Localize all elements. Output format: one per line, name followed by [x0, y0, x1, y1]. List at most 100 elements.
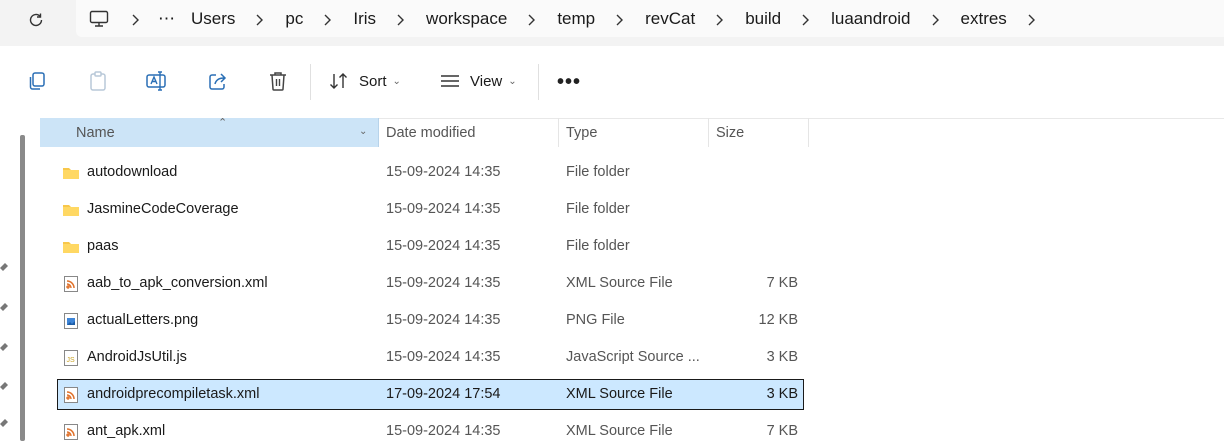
breadcrumb-item-extres[interactable]: extres [961, 9, 1007, 29]
pin-icon[interactable] [0, 298, 10, 311]
file-type: JavaScript Source ... [566, 349, 700, 365]
breadcrumb[interactable]: ⋯ Users pc Iris workspace temp revCat bu… [76, 0, 1224, 37]
chevron-right-icon [255, 12, 265, 26]
chevron-right-icon [396, 12, 406, 26]
computer-icon [89, 8, 111, 30]
column-header-size[interactable]: Size [708, 118, 809, 147]
address-bar-area: ⋯ Users pc Iris workspace temp revCat bu… [0, 0, 1224, 46]
chevron-right-icon [527, 12, 537, 26]
chevron-right-icon [801, 12, 811, 26]
view-icon [441, 75, 459, 87]
file-date: 15-09-2024 14:35 [386, 164, 501, 180]
svg-text:JS: JS [67, 357, 76, 364]
file-row[interactable]: ant_apk.xml 15-09-2024 14:35 XML Source … [57, 416, 804, 447]
sort-ascending-icon: ⌃ [218, 117, 228, 129]
file-name: ant_apk.xml [87, 423, 166, 439]
folder-icon [63, 205, 79, 216]
column-type-label: Type [566, 124, 598, 141]
breadcrumb-item-luaandroid[interactable]: luaandroid [831, 9, 910, 29]
pin-icon[interactable] [0, 414, 10, 427]
column-header-name[interactable]: Name ⌃ ⌄ [40, 117, 379, 147]
breadcrumb-item-revcat[interactable]: revCat [645, 9, 695, 29]
nav-scrollbar[interactable] [20, 135, 25, 441]
file-date: 15-09-2024 14:35 [386, 423, 501, 439]
paste-icon [90, 71, 106, 91]
file-row[interactable]: autodownload 15-09-2024 14:35 File folde… [57, 157, 804, 188]
delete-button[interactable] [265, 68, 291, 94]
breadcrumb-item-temp[interactable]: temp [557, 9, 595, 29]
file-row-selected[interactable]: androidprecompiletask.xml 17-09-2024 17:… [57, 379, 804, 410]
column-header-type[interactable]: Type [558, 118, 709, 147]
chevron-down-icon[interactable]: ⌄ [359, 126, 367, 137]
js-file-icon: JS [64, 350, 78, 366]
file-type: File folder [566, 238, 630, 254]
file-type: XML Source File [566, 423, 673, 439]
file-size: 12 KB [758, 312, 799, 328]
rename-icon [146, 71, 166, 91]
file-name: JasmineCodeCoverage [87, 201, 239, 217]
file-size: 7 KB [766, 275, 798, 291]
file-date: 17-09-2024 17:54 [386, 386, 501, 402]
pin-icon[interactable] [0, 258, 10, 271]
breadcrumb-item-workspace[interactable]: workspace [426, 9, 507, 29]
file-date: 15-09-2024 14:35 [386, 312, 501, 328]
chevron-down-icon: ⌄ [392, 75, 401, 87]
breadcrumb-item-iris[interactable]: Iris [353, 9, 376, 29]
chevron-right-icon [931, 12, 941, 26]
view-label: View [470, 72, 503, 90]
share-button[interactable] [205, 68, 231, 94]
file-type: XML Source File [566, 275, 673, 291]
file-type: PNG File [566, 312, 625, 328]
column-header-date[interactable]: Date modified [378, 118, 559, 147]
file-date: 15-09-2024 14:35 [386, 275, 501, 291]
toolbar-divider [310, 64, 311, 100]
chevron-right-icon [715, 12, 725, 26]
chevron-right-icon [615, 12, 625, 26]
file-name: AndroidJsUtil.js [87, 349, 187, 365]
column-date-label: Date modified [386, 124, 476, 141]
file-name: paas [87, 238, 119, 254]
png-file-icon [64, 313, 78, 329]
copy-button[interactable] [24, 68, 50, 94]
pin-icon[interactable] [0, 338, 10, 351]
file-row[interactable]: actualLetters.png 15-09-2024 14:35 PNG F… [57, 305, 804, 336]
xml-file-icon [64, 424, 78, 440]
file-date: 15-09-2024 14:35 [386, 201, 501, 217]
file-size: 3 KB [766, 349, 798, 365]
chevron-right-icon [323, 12, 333, 26]
more-options-button[interactable]: ••• [557, 71, 581, 94]
refresh-icon [29, 13, 43, 27]
file-row[interactable]: paas 15-09-2024 14:35 File folder [57, 231, 804, 262]
column-header-row: Name ⌃ ⌄ Date modified Type Size [40, 117, 809, 147]
chevron-right-icon[interactable] [1027, 12, 1037, 26]
file-size: 7 KB [766, 423, 798, 439]
paste-button[interactable] [85, 68, 111, 94]
breadcrumb-item-pc[interactable]: pc [285, 9, 303, 29]
sort-button[interactable]: Sort ⌄ [329, 68, 401, 94]
file-row[interactable]: aab_to_apk_conversion.xml 15-09-2024 14:… [57, 268, 804, 299]
column-size-label: Size [716, 124, 745, 141]
column-name-label: Name [76, 124, 115, 141]
command-bar: Sort ⌄ View ⌄ ••• [0, 46, 1224, 119]
rename-button[interactable] [144, 68, 170, 94]
file-size: 3 KB [766, 386, 798, 402]
pin-icon[interactable] [0, 377, 10, 390]
file-date: 15-09-2024 14:35 [386, 238, 501, 254]
file-name: autodownload [87, 164, 178, 180]
file-type: File folder [566, 201, 630, 217]
file-type: File folder [566, 164, 630, 180]
breadcrumb-item-users[interactable]: Users [191, 9, 235, 29]
breadcrumb-overflow[interactable]: ⋯ [158, 9, 175, 29]
xml-file-icon [64, 387, 78, 403]
copy-icon [29, 72, 45, 90]
breadcrumb-item-build[interactable]: build [745, 9, 781, 29]
file-name: actualLetters.png [87, 312, 199, 328]
chevron-down-icon: ⌄ [508, 75, 517, 87]
file-row[interactable]: JS AndroidJsUtil.js 15-09-2024 14:35 Jav… [57, 342, 804, 373]
file-row[interactable]: JasmineCodeCoverage 15-09-2024 14:35 Fil… [57, 194, 804, 225]
refresh-button[interactable] [22, 6, 50, 34]
sort-icon [330, 73, 347, 89]
view-button[interactable]: View ⌄ [440, 68, 517, 94]
toolbar-divider [538, 64, 539, 100]
folder-icon [63, 168, 79, 179]
